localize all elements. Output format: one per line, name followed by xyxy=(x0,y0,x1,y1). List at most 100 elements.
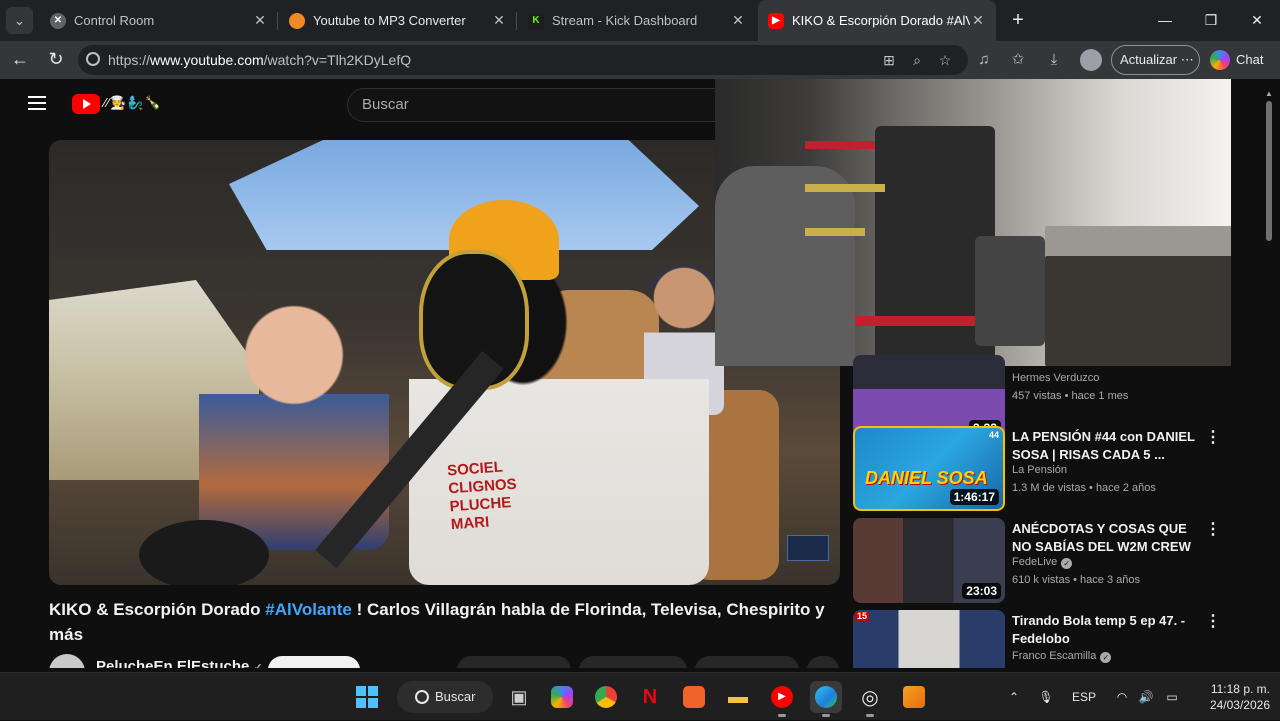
battery-icon[interactable]: ▭ xyxy=(1160,673,1184,721)
favorites-icon[interactable]: ✩ xyxy=(1008,50,1028,70)
chrome-logo-icon xyxy=(595,686,617,708)
tray-overflow-icon[interactable]: ⌃ xyxy=(1004,673,1024,721)
obs-icon[interactable]: ◎ xyxy=(854,681,886,717)
rec-title[interactable]: LA PENSIÓN #44 con DANIEL SOSA | RISAS C… xyxy=(1012,428,1207,464)
window-close-button[interactable]: ✕ xyxy=(1234,0,1280,41)
volume-icon[interactable]: 🔊 xyxy=(1136,673,1156,721)
tab-close-icon[interactable]: ✕ xyxy=(491,12,507,29)
restore-button[interactable]: ❐ xyxy=(1188,0,1234,41)
profile-avatar[interactable] xyxy=(1080,49,1102,71)
tab-search-button[interactable]: ⌄ xyxy=(6,7,33,34)
recommended-video[interactable]: 15 Tirando Bola temp 5 ep 47. - Fedelobo… xyxy=(853,610,1253,668)
taskbar-search[interactable]: Buscar xyxy=(397,681,493,713)
copilot-taskbar-icon[interactable] xyxy=(546,681,578,713)
subscribe-button[interactable] xyxy=(268,656,360,668)
download-icon[interactable]: ⤓ xyxy=(1044,50,1064,70)
edge-logo-icon xyxy=(815,686,837,708)
copilot-logo-icon xyxy=(551,686,573,708)
camera-overlay xyxy=(715,79,1231,366)
wifi-icon[interactable]: ◠ xyxy=(1112,673,1132,721)
windows-logo-icon xyxy=(356,686,378,708)
rec-title[interactable]: Tirando Bola temp 5 ep 47. - Fedelobo xyxy=(1012,612,1207,648)
channel-avatar[interactable] xyxy=(49,654,85,668)
tab-close-icon[interactable]: ✕ xyxy=(252,12,268,29)
control-room-favicon-icon: ✕ xyxy=(50,12,66,29)
rec-channel-name[interactable]: Hermes Verduzco xyxy=(1012,372,1099,384)
new-tab-button[interactable]: + xyxy=(1005,8,1031,34)
channel-name[interactable]: PelucheEn ElEstuche ✓ xyxy=(96,658,263,668)
media-icon[interactable]: ♫ xyxy=(974,50,994,70)
edge-icon[interactable] xyxy=(810,681,842,717)
reload-icon[interactable]: ↻ xyxy=(42,46,70,74)
rec-channel-name[interactable]: La Pensión xyxy=(1012,464,1067,476)
search-input[interactable] xyxy=(362,96,702,113)
windows-start-icon[interactable] xyxy=(351,681,383,713)
channel-watermark[interactable] xyxy=(787,535,829,561)
video-thumbnail[interactable]: 23:03 xyxy=(853,518,1005,603)
tab-control-room[interactable]: ✕ Control Room ✕ xyxy=(40,0,278,41)
update-label: Actualizar xyxy=(1120,52,1178,67)
camera-machinery xyxy=(975,236,1045,346)
language-indicator[interactable]: ESP xyxy=(1068,673,1100,721)
netflix-icon[interactable]: N xyxy=(634,681,666,713)
zoom-icon[interactable]: ⌕ xyxy=(908,51,926,69)
youtube-music-icon[interactable]: ▶ xyxy=(766,681,798,717)
tab-label: Stream - Kick Dashboard xyxy=(552,13,698,28)
tab-youtube-video[interactable]: ▶ KIKO & Escorpión Dorado #AlVola ✕ xyxy=(758,0,996,41)
kick-favicon-icon: K xyxy=(528,12,544,29)
microphone-icon[interactable]: 🎙 xyxy=(1036,673,1056,721)
update-button[interactable]: Actualizar ⋯ xyxy=(1111,45,1200,75)
verified-icon: ✓ xyxy=(1100,652,1112,663)
app-orange-icon[interactable] xyxy=(678,681,710,713)
minimize-button[interactable]: — xyxy=(1142,0,1188,41)
download-button[interactable] xyxy=(695,656,799,668)
more-vert-icon[interactable]: ⋮ xyxy=(1205,522,1221,540)
search-box[interactable] xyxy=(347,88,727,122)
tab-close-icon[interactable]: ✕ xyxy=(970,12,986,29)
tab-close-icon[interactable]: ✕ xyxy=(730,12,746,29)
video-thumbnail[interactable]: DANIEL SOSA 44 1:46:17 xyxy=(853,426,1005,511)
more-vert-icon[interactable]: ⋮ xyxy=(1205,430,1221,448)
video-title-text: KIKO & Escorpión Dorado xyxy=(49,600,266,619)
youtube-doodle[interactable]: ⁄⁄🧑‍🍳🧞‍♂️🍾 xyxy=(104,95,162,111)
youtube-logo[interactable] xyxy=(72,94,100,114)
system-clock[interactable]: 11:18 p. m. 24/03/2026 xyxy=(1190,681,1270,713)
rec-channel-name[interactable]: Franco Escamilla ✓ xyxy=(1012,650,1112,663)
scroll-thumb[interactable] xyxy=(1266,101,1272,241)
site-info-icon[interactable] xyxy=(86,52,100,66)
camera-shelf xyxy=(805,184,885,192)
rec-title[interactable]: ANÉCDOTAS Y COSAS QUE NO SABÍAS DEL W2M … xyxy=(1012,520,1207,556)
menu-icon[interactable] xyxy=(28,96,46,110)
fl-studio-icon[interactable] xyxy=(898,681,930,713)
recommended-video[interactable]: 23:03 ANÉCDOTAS Y COSAS QUE NO SABÍAS DE… xyxy=(853,518,1253,603)
tab-label: Control Room xyxy=(74,13,155,28)
address-bar[interactable]: https://www.youtube.com/watch?v=Tlh2KDyL… xyxy=(78,45,968,75)
clock-time: 11:18 p. m. xyxy=(1210,682,1270,696)
copilot-icon xyxy=(1210,50,1230,70)
tab-kick-dashboard[interactable]: K Stream - Kick Dashboard ✕ xyxy=(518,0,756,41)
share-button[interactable] xyxy=(579,656,687,668)
rec-channel-name[interactable]: FedeLive ✓ xyxy=(1012,556,1073,569)
hashtag-link[interactable]: #AlVolante xyxy=(265,600,352,619)
more-vert-icon[interactable]: ⋮ xyxy=(1205,614,1221,632)
like-button[interactable] xyxy=(457,656,571,668)
tab-mp3-converter[interactable]: Youtube to MP3 Converter ✕ xyxy=(279,0,517,41)
task-view-icon[interactable]: ▣ xyxy=(503,681,535,713)
file-explorer-icon[interactable]: ▬ xyxy=(722,681,754,713)
tab-label: KIKO & Escorpión Dorado #AlVola xyxy=(792,13,970,28)
camera-shelf xyxy=(805,228,865,236)
page-scrollbar[interactable]: ▲ ▼ xyxy=(1265,89,1273,666)
recommended-video[interactable]: DANIEL SOSA 44 1:46:17 LA PENSIÓN #44 co… xyxy=(853,426,1253,511)
favorite-star-icon[interactable]: ☆ xyxy=(936,51,954,69)
copilot-chat-button[interactable]: Chat xyxy=(1210,47,1263,73)
rec-meta: 457 vistas • hace 1 mes xyxy=(1012,390,1129,402)
video-thumbnail[interactable]: 15 xyxy=(853,610,1005,668)
taskbar: Buscar ▣ N ▬ ▶ ◎ ⌃ 🎙 ESP ◠ 🔊 ▭ 11:18 p. … xyxy=(0,672,1280,720)
url-path: /watch?v=Tlh2KDyLefQ xyxy=(263,52,412,68)
more-actions-button[interactable] xyxy=(807,656,839,668)
apps-icon[interactable]: ⊞ xyxy=(880,51,898,69)
back-arrow-icon[interactable]: ← xyxy=(6,46,34,74)
chrome-icon[interactable] xyxy=(590,681,622,713)
scroll-up-icon[interactable]: ▲ xyxy=(1265,89,1275,98)
browser-toolbar: ← ↻ https://www.youtube.com/watch?v=Tlh2… xyxy=(0,41,1280,79)
